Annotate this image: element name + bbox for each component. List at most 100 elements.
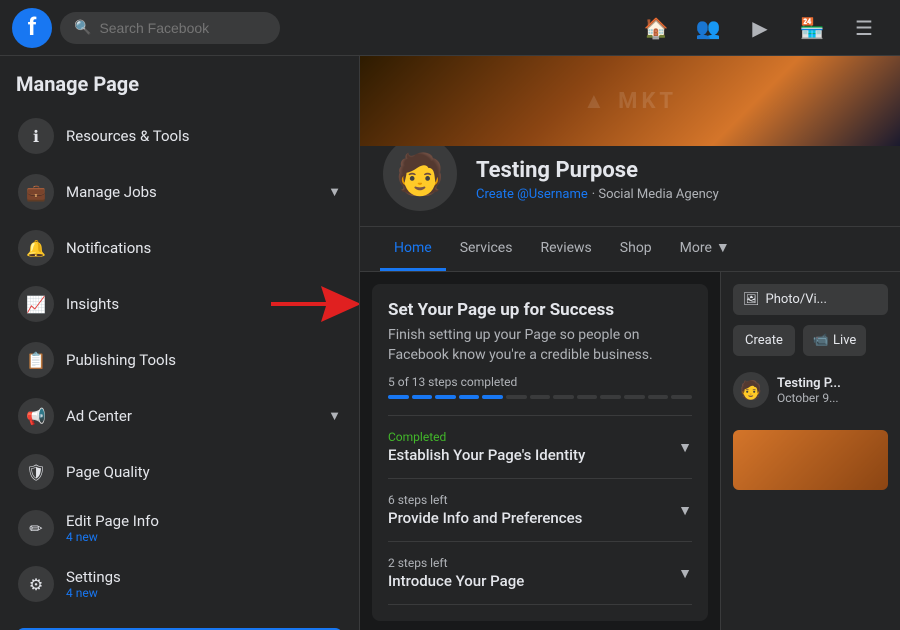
create-live-area: Create 📹 Live <box>733 325 888 356</box>
username-link[interactable]: Create @Username <box>476 187 588 202</box>
adcenter-icon: 📢 <box>18 398 54 434</box>
sidebar-label-resources: Resources & Tools <box>66 127 341 145</box>
sidebar-item-notifications[interactable]: 🔔 Notifications <box>8 220 351 276</box>
progress-segment <box>648 395 669 399</box>
marketplace-nav-icon[interactable]: 🏪 <box>788 4 836 52</box>
photo-icon: 🖼 <box>743 292 760 307</box>
editpage-badge: 4 new <box>66 530 341 544</box>
page-type: · Social Media Agency <box>592 187 719 202</box>
create-button[interactable]: Create <box>733 325 795 356</box>
red-arrow-icon <box>271 284 360 324</box>
task-name-preferences: Provide Info and Preferences <box>388 509 582 527</box>
editpage-text: Edit Page Info 4 new <box>66 512 341 544</box>
chevron-more-icon: ▼ <box>716 239 730 256</box>
setup-card: Set Your Page up for Success Finish sett… <box>372 284 708 621</box>
watch-nav-icon[interactable]: ▶ <box>736 4 784 52</box>
task-introduce[interactable]: 2 steps left Introduce Your Page ▼ <box>388 541 692 605</box>
sidebar-label-jobs: Manage Jobs <box>66 183 316 201</box>
sidebar-item-jobs[interactable]: 💼 Manage Jobs ▼ <box>8 164 351 220</box>
content-grid: Set Your Page up for Success Finish sett… <box>360 272 900 630</box>
home-nav-icon[interactable]: 🏠 <box>632 4 680 52</box>
settings-icon: ⚙ <box>18 566 54 602</box>
profile-info: Testing Purpose Create @Username · Socia… <box>476 158 880 202</box>
progress-segment <box>671 395 692 399</box>
task-status-identity: Completed <box>388 430 585 444</box>
setup-panel: Set Your Page up for Success Finish sett… <box>360 272 720 630</box>
progress-segment <box>459 395 480 399</box>
chevron-task1-icon: ▼ <box>678 439 692 456</box>
sidebar-item-insights[interactable]: 📈 Insights <box>8 276 351 332</box>
chevron-jobs-icon: ▼ <box>328 184 341 200</box>
sidebar-label-publishing: Publishing Tools <box>66 351 341 369</box>
profile-meta: Create @Username · Social Media Agency <box>476 183 880 202</box>
search-icon: 🔍 <box>74 20 91 36</box>
sidebar-label-editpage: Edit Page Info <box>66 512 341 530</box>
progress-segment <box>553 395 574 399</box>
task-status-preferences: 6 steps left <box>388 493 582 507</box>
progress-segment <box>600 395 621 399</box>
sidebar-label-adcenter: Ad Center <box>66 407 316 425</box>
setup-description: Finish setting up your Page so people on… <box>388 326 692 365</box>
sidebar-item-settings[interactable]: ⚙ Settings 4 new <box>8 556 351 612</box>
progress-bar <box>388 395 692 399</box>
sidebar-item-quality[interactable]: 🛡 Page Quality <box>8 444 351 500</box>
sidebar-label-notifications: Notifications <box>66 239 341 257</box>
page-name: Testing Purpose <box>476 158 880 183</box>
setup-title: Set Your Page up for Success <box>388 300 692 320</box>
progress-segment <box>412 395 433 399</box>
quality-icon: 🛡 <box>18 454 54 490</box>
post-thumbnail <box>733 430 888 490</box>
tab-home[interactable]: Home <box>380 228 446 271</box>
tab-more[interactable]: More ▼ <box>666 227 744 271</box>
task-preferences[interactable]: 6 steps left Provide Info and Preference… <box>388 478 692 541</box>
top-navigation: f 🔍 🏠 👥 ▶ 🏪 ☰ <box>0 0 900 56</box>
publishing-icon: 📋 <box>18 342 54 378</box>
photo-video-label: Photo/Vi... <box>766 292 827 307</box>
menu-nav-icon[interactable]: ☰ <box>840 4 888 52</box>
recent-post-item: 🧑 Testing P... October 9... <box>733 366 888 414</box>
chevron-task2-icon: ▼ <box>678 502 692 519</box>
sidebar-item-adcenter[interactable]: 📢 Ad Center ▼ <box>8 388 351 444</box>
facebook-logo: f <box>12 8 52 48</box>
sidebar-item-publishing[interactable]: 📋 Publishing Tools <box>8 332 351 388</box>
live-label: Live <box>833 333 856 348</box>
sidebar: Manage Page ℹ Resources & Tools 💼 Manage… <box>0 56 360 630</box>
settings-badge: 4 new <box>66 586 341 600</box>
friends-nav-icon[interactable]: 👥 <box>684 4 732 52</box>
search-input[interactable] <box>99 20 266 36</box>
sidebar-item-editpage[interactable]: ✏ Edit Page Info 4 new <box>8 500 351 556</box>
sidebar-label-settings: Settings <box>66 568 341 586</box>
content-right-panel: 🖼 Photo/Vi... Create 📹 Live 🧑 Testing P.… <box>720 272 900 630</box>
edit-icon: ✏ <box>18 510 54 546</box>
post-date: October 9... <box>777 391 841 405</box>
tab-services[interactable]: Services <box>446 228 527 271</box>
steps-completed: 5 of 13 steps completed <box>388 375 692 389</box>
progress-segment <box>577 395 598 399</box>
bell-icon: 🔔 <box>18 230 54 266</box>
search-bar[interactable]: 🔍 <box>60 12 280 44</box>
task-identity[interactable]: Completed Establish Your Page's Identity… <box>388 415 692 478</box>
progress-segment <box>506 395 527 399</box>
page-tabs: Home Services Reviews Shop More ▼ <box>360 227 900 272</box>
tab-reviews[interactable]: Reviews <box>526 228 605 271</box>
insights-icon: 📈 <box>18 286 54 322</box>
progress-segment <box>435 395 456 399</box>
main-layout: Manage Page ℹ Resources & Tools 💼 Manage… <box>0 56 900 630</box>
chevron-task3-icon: ▼ <box>678 565 692 582</box>
post-page-name: Testing P... <box>777 376 841 391</box>
jobs-icon: 💼 <box>18 174 54 210</box>
progress-segment <box>388 395 409 399</box>
chevron-adcenter-icon: ▼ <box>328 408 341 424</box>
info-icon: ℹ <box>18 118 54 154</box>
task-status-introduce: 2 steps left <box>388 556 524 570</box>
progress-segment <box>482 395 503 399</box>
sidebar-label-quality: Page Quality <box>66 463 341 481</box>
task-name-introduce: Introduce Your Page <box>388 572 524 590</box>
tab-shop[interactable]: Shop <box>606 228 666 271</box>
sidebar-item-resources[interactable]: ℹ Resources & Tools <box>8 108 351 164</box>
progress-segment <box>530 395 551 399</box>
profile-section: 🧑 Testing Purpose Create @Username · Soc… <box>360 146 900 227</box>
photo-video-button[interactable]: 🖼 Photo/Vi... <box>733 284 888 315</box>
live-button[interactable]: 📹 Live <box>803 325 866 356</box>
cover-watermark: ▲ MKT <box>583 88 677 114</box>
